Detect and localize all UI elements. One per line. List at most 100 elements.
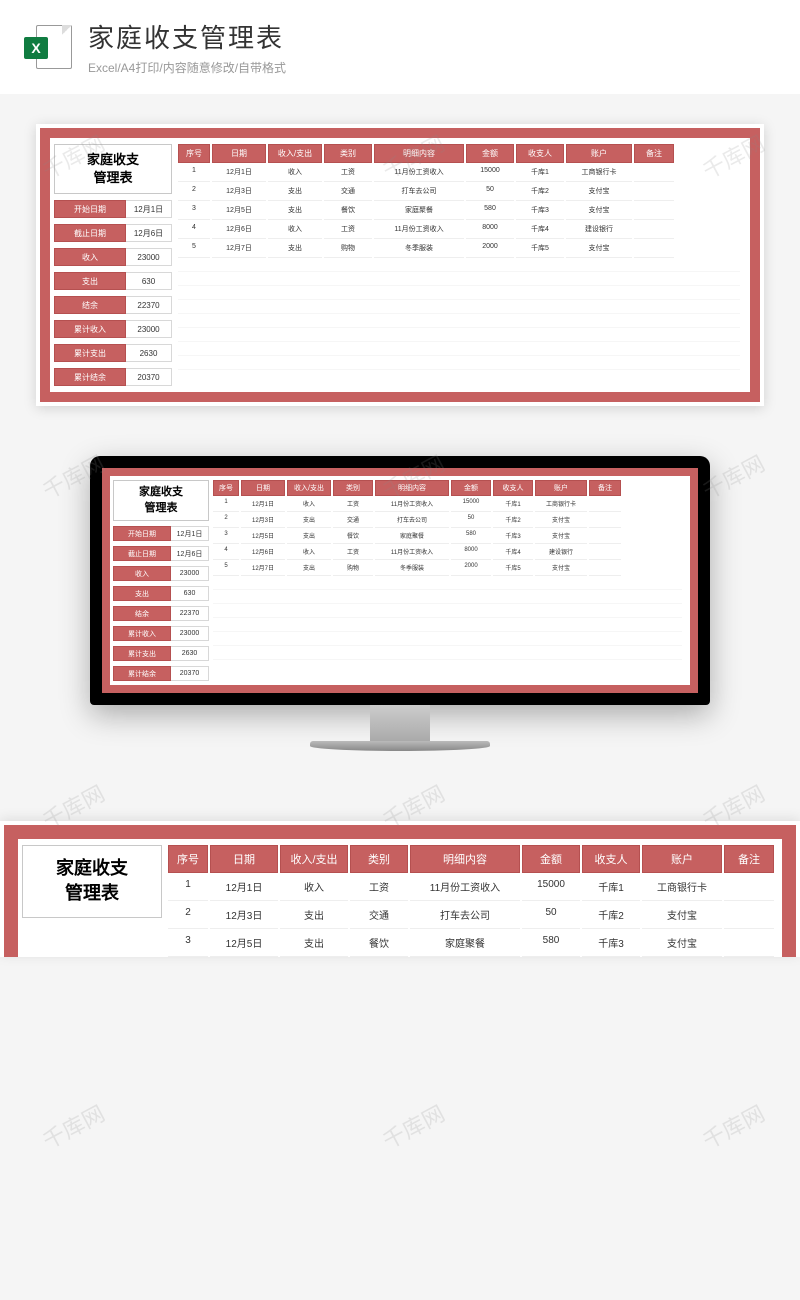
stat-label: 开始日期 — [113, 526, 171, 541]
table-cell: 工资 — [333, 544, 373, 560]
table-cell: 12月6日 — [241, 544, 285, 560]
empty-rows — [213, 576, 682, 666]
stat-label: 收入 — [113, 566, 171, 581]
table-cell: 50 — [466, 182, 514, 201]
table-cell: 餐饮 — [333, 528, 373, 544]
stat-row: 累计支出2630 — [113, 646, 209, 661]
table-cell: 50 — [451, 512, 491, 528]
watermark: 千库网 — [376, 1096, 449, 1155]
table-cell: 购物 — [333, 560, 373, 576]
column-header: 类别 — [333, 480, 373, 496]
column-header: 日期 — [212, 144, 266, 163]
stat-label: 开始日期 — [54, 200, 126, 218]
table-cell — [634, 239, 674, 258]
stat-label: 截止日期 — [113, 546, 171, 561]
stat-label: 支出 — [113, 586, 171, 601]
table-cell: 3 — [178, 201, 210, 220]
table-cell: 收入 — [268, 220, 322, 239]
spreadsheet-closeup: 家庭收支管理表序号日期收入/支出类别明细内容金额收支人账户备注112月1日收入工… — [4, 825, 796, 957]
table-cell: 支出 — [280, 901, 348, 929]
table-cell: 千库1 — [493, 496, 533, 512]
stat-value: 2630 — [171, 646, 209, 661]
table-cell: 餐饮 — [350, 929, 408, 957]
table-row: 512月7日支出购物冬季服装2000千库5支付宝 — [178, 239, 740, 258]
table-header: 序号日期收入/支出类别明细内容金额收支人账户备注 — [168, 845, 774, 873]
stat-row: 累计结余20370 — [54, 368, 172, 386]
table-cell: 2 — [178, 182, 210, 201]
table-cell: 12月5日 — [241, 528, 285, 544]
table-cell: 12月3日 — [241, 512, 285, 528]
table-cell: 2 — [168, 901, 208, 929]
template-closeup: 家庭收支管理表序号日期收入/支出类别明细内容金额收支人账户备注112月1日收入工… — [0, 821, 800, 957]
column-header: 金额 — [466, 144, 514, 163]
excel-icon: X — [24, 23, 72, 71]
table-cell: 12月7日 — [212, 239, 266, 258]
stat-label: 收入 — [54, 248, 126, 266]
table-cell: 8000 — [466, 220, 514, 239]
table-cell — [724, 929, 774, 957]
column-header: 收入/支出 — [268, 144, 322, 163]
table-cell: 工资 — [324, 220, 372, 239]
stat-value: 23000 — [171, 626, 209, 641]
template-preview: 家庭收支管理表开始日期12月1日截止日期12月6日收入23000支出630结余2… — [0, 94, 800, 416]
column-header: 日期 — [241, 480, 285, 496]
table-cell — [589, 560, 621, 576]
table-cell: 580 — [451, 528, 491, 544]
table-cell: 收入 — [287, 496, 331, 512]
table-cell: 15000 — [466, 163, 514, 182]
column-header: 备注 — [634, 144, 674, 163]
table-cell: 打车去公司 — [410, 901, 520, 929]
table-cell: 支出 — [287, 560, 331, 576]
stat-row: 结余22370 — [113, 606, 209, 621]
stat-row: 开始日期12月1日 — [113, 526, 209, 541]
stat-row: 累计结余20370 — [113, 666, 209, 681]
column-header: 日期 — [210, 845, 278, 873]
table-cell: 3 — [213, 528, 239, 544]
table-cell: 4 — [178, 220, 210, 239]
table-cell: 交通 — [350, 901, 408, 929]
column-header: 收入/支出 — [287, 480, 331, 496]
monitor-mockup: 家庭收支管理表开始日期12月1日截止日期12月6日收入23000支出630结余2… — [0, 416, 800, 761]
table-cell: 11月份工资收入 — [410, 873, 520, 901]
table-cell: 12月1日 — [241, 496, 285, 512]
table-cell: 12月1日 — [210, 873, 278, 901]
column-header: 账户 — [535, 480, 587, 496]
table-cell: 家庭聚餐 — [375, 528, 449, 544]
stat-label: 累计支出 — [113, 646, 171, 661]
watermark: 千库网 — [696, 1096, 769, 1155]
table-cell: 12月6日 — [212, 220, 266, 239]
table-cell: 支付宝 — [535, 560, 587, 576]
table-row: 512月7日支出购物冬季服装2000千库5支付宝 — [213, 560, 682, 576]
table-cell: 5 — [178, 239, 210, 258]
table-cell: 12月1日 — [212, 163, 266, 182]
stat-row: 收入23000 — [113, 566, 209, 581]
table-cell: 2000 — [451, 560, 491, 576]
stat-value: 23000 — [126, 320, 172, 338]
table-cell: 打车去公司 — [374, 182, 464, 201]
table-cell — [634, 163, 674, 182]
watermark: 千库网 — [36, 1096, 109, 1155]
table-cell: 工商银行卡 — [642, 873, 722, 901]
stat-row: 截止日期12月6日 — [54, 224, 172, 242]
table-row: 312月5日支出餐饮家庭聚餐580千库3支付宝 — [178, 201, 740, 220]
table-cell — [634, 201, 674, 220]
column-header: 收入/支出 — [280, 845, 348, 873]
column-header: 序号 — [168, 845, 208, 873]
spreadsheet: 家庭收支管理表开始日期12月1日截止日期12月6日收入23000支出630结余2… — [40, 128, 760, 402]
table-cell: 15000 — [522, 873, 580, 901]
table-cell: 家庭聚餐 — [410, 929, 520, 957]
table-cell: 11月份工资收入 — [374, 220, 464, 239]
table-cell: 支付宝 — [566, 201, 632, 220]
stat-row: 累计收入23000 — [54, 320, 172, 338]
column-header: 序号 — [213, 480, 239, 496]
table-cell: 11月份工资收入 — [374, 163, 464, 182]
table-cell: 建设银行 — [566, 220, 632, 239]
table-row: 112月1日收入工资11月份工资收入15000千库1工商银行卡 — [168, 873, 774, 901]
stat-value: 630 — [126, 272, 172, 290]
table-cell: 支付宝 — [535, 512, 587, 528]
stat-row: 开始日期12月1日 — [54, 200, 172, 218]
stat-row: 支出630 — [54, 272, 172, 290]
table-cell: 家庭聚餐 — [374, 201, 464, 220]
stat-label: 截止日期 — [54, 224, 126, 242]
table-cell: 1 — [178, 163, 210, 182]
